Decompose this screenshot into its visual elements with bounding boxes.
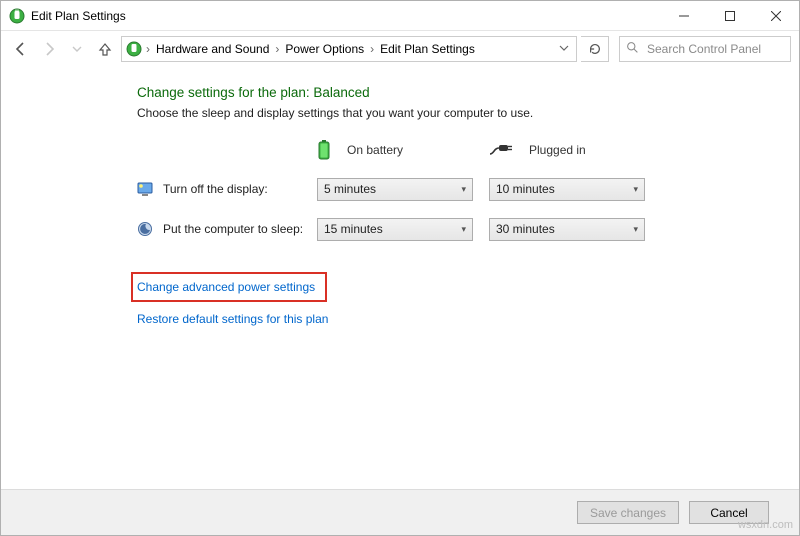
dropdown-value: 5 minutes <box>324 182 376 196</box>
search-icon <box>626 41 639 57</box>
chevron-down-icon: ▾ <box>633 184 638 195</box>
maximize-button[interactable] <box>707 1 753 31</box>
sleep-icon <box>137 221 153 237</box>
forward-button[interactable] <box>37 37 61 61</box>
power-options-icon <box>9 8 25 24</box>
links-section: Change advanced power settings Restore d… <box>137 272 799 326</box>
restore-defaults-link[interactable]: Restore default settings for this plan <box>137 312 328 326</box>
recent-locations-button[interactable] <box>65 37 89 61</box>
dropdown-value: 30 minutes <box>496 222 555 236</box>
search-box[interactable] <box>619 36 791 62</box>
display-battery-dropdown[interactable]: 5 minutes ▾ <box>317 178 473 201</box>
advanced-power-settings-link[interactable]: Change advanced power settings <box>137 280 315 294</box>
titlebar: Edit Plan Settings <box>1 1 799 31</box>
row-label-display: Turn off the display: <box>159 182 317 196</box>
breadcrumb-item[interactable]: Hardware and Sound <box>154 42 271 56</box>
settings-grid: On battery Plugged in <box>137 136 799 244</box>
back-button[interactable] <box>9 37 33 61</box>
column-header-plugged: Plugged in <box>521 143 586 157</box>
search-input[interactable] <box>645 41 784 57</box>
page-heading: Change settings for the plan: Balanced <box>137 85 799 100</box>
chevron-down-icon: ▾ <box>633 224 638 235</box>
address-dropdown-button[interactable] <box>556 42 572 56</box>
minimize-button[interactable] <box>661 1 707 31</box>
chevron-right-icon[interactable]: › <box>144 42 152 56</box>
dropdown-value: 15 minutes <box>324 222 383 236</box>
breadcrumb-item[interactable]: Edit Plan Settings <box>378 42 477 56</box>
chevron-down-icon: ▾ <box>461 224 466 235</box>
footer: Save changes Cancel <box>1 489 799 535</box>
dropdown-value: 10 minutes <box>496 182 555 196</box>
save-button[interactable]: Save changes <box>577 501 679 524</box>
power-options-icon <box>126 41 142 57</box>
content-area: Change settings for the plan: Balanced C… <box>1 67 799 489</box>
plug-icon <box>489 143 513 157</box>
advanced-settings-highlight: Change advanced power settings <box>131 272 327 302</box>
navbar: › Hardware and Sound › Power Options › E… <box>1 31 799 67</box>
window: Edit Plan Settings <box>0 0 800 536</box>
address-bar[interactable]: › Hardware and Sound › Power Options › E… <box>121 36 577 62</box>
up-button[interactable] <box>93 37 117 61</box>
refresh-button[interactable] <box>581 36 609 62</box>
column-header-battery: On battery <box>339 143 403 157</box>
breadcrumb-item[interactable]: Power Options <box>283 42 366 56</box>
chevron-right-icon[interactable]: › <box>273 42 281 56</box>
chevron-right-icon[interactable]: › <box>368 42 376 56</box>
chevron-down-icon: ▾ <box>461 184 466 195</box>
page-subtext: Choose the sleep and display settings th… <box>137 106 799 120</box>
window-title: Edit Plan Settings <box>31 9 126 23</box>
battery-icon <box>317 140 331 160</box>
sleep-plugged-dropdown[interactable]: 30 minutes ▾ <box>489 218 645 241</box>
sleep-battery-dropdown[interactable]: 15 minutes ▾ <box>317 218 473 241</box>
display-plugged-dropdown[interactable]: 10 minutes ▾ <box>489 178 645 201</box>
watermark: wsxdn.com <box>738 519 793 531</box>
close-button[interactable] <box>753 1 799 31</box>
display-icon <box>137 181 153 197</box>
row-label-sleep: Put the computer to sleep: <box>159 222 317 236</box>
